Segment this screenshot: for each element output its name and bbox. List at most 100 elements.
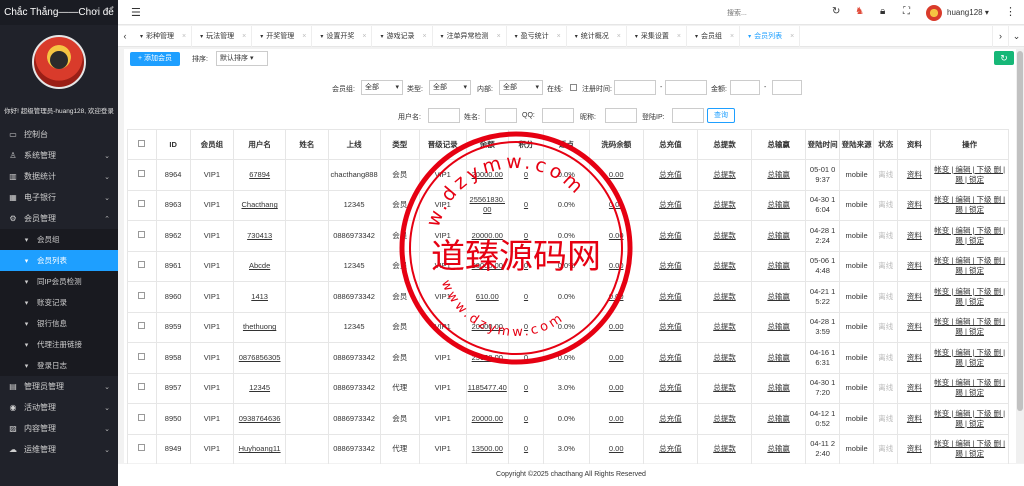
refresh-button[interactable]: ↻ xyxy=(994,51,1014,65)
cell-balance[interactable]: 20000.00 xyxy=(465,403,510,435)
cell-username[interactable]: 12345 xyxy=(233,372,287,404)
cell-points[interactable]: 0 xyxy=(507,281,545,313)
cell-username[interactable]: Huyhoang11 xyxy=(233,433,287,465)
row-checkbox[interactable] xyxy=(138,291,146,299)
cell-info[interactable]: 资料 xyxy=(897,189,932,221)
cell-info[interactable]: 资料 xyxy=(897,372,932,404)
sidebar-item-4[interactable]: ⚙ 会员管理 ⌃ xyxy=(0,208,118,229)
cell-withdraw[interactable]: 总提款 xyxy=(696,220,753,252)
cell-balance[interactable]: 20000.00 xyxy=(465,250,510,282)
sidebar-item-after-1[interactable]: ◉ 活动管理 ⌄ xyxy=(0,397,118,418)
member-group-select[interactable]: 全部 xyxy=(361,80,403,95)
cell-withdraw[interactable]: 总提款 xyxy=(696,159,753,191)
cell-username[interactable]: thethuong xyxy=(233,311,287,343)
sort-select[interactable]: 默认排序 ▾ xyxy=(216,51,268,66)
cell-deposit[interactable]: 总充值 xyxy=(642,372,698,404)
cell-deposit[interactable]: 总充值 xyxy=(642,311,698,343)
cell-ops[interactable]: 帐变 | 编辑 | 下级 删 | 踢 | 锁定 xyxy=(930,281,1009,313)
qq-input[interactable] xyxy=(542,108,574,123)
add-member-button[interactable]: + 添加会员 xyxy=(130,52,180,66)
menu-toggle-icon[interactable]: ☰ xyxy=(131,6,141,19)
cell-winloss[interactable]: 总输赢 xyxy=(751,159,807,191)
cell-points[interactable]: 0 xyxy=(507,189,545,221)
cell-wash[interactable]: 0.00 xyxy=(588,311,644,343)
cell-wash[interactable]: 0.00 xyxy=(588,403,644,435)
sidebar-subitem-0[interactable]: ▾ 会员组 xyxy=(0,229,118,250)
cell-ops[interactable]: 帐变 | 编辑 | 下级 删 | 踢 | 锁定 xyxy=(930,220,1009,252)
cell-deposit[interactable]: 总充值 xyxy=(642,220,698,252)
cell-balance[interactable]: 20000.00 xyxy=(465,311,510,343)
close-icon[interactable]: × xyxy=(790,33,794,40)
cell-winloss[interactable]: 总输赢 xyxy=(751,281,807,313)
tabs-scroll-left-icon[interactable]: ‹ xyxy=(118,31,132,41)
table-row[interactable]: 8961 VIP1 Abcde 12345 会员 VIP1 20000.00 0 0.0% 0.0… xyxy=(127,250,1009,282)
tab-9[interactable]: ▾ 会员组 × xyxy=(687,25,741,47)
cell-wash[interactable]: 0.00 xyxy=(588,250,644,282)
row-checkbox[interactable] xyxy=(138,413,146,421)
sidebar-item-3[interactable]: ▦ 电子银行 ⌄ xyxy=(0,187,118,208)
cell-points[interactable]: 0 xyxy=(507,220,545,252)
tab-3[interactable]: ▾ 设置开奖 × xyxy=(312,25,373,47)
row-checkbox[interactable] xyxy=(138,230,146,238)
scrollbar[interactable] xyxy=(1016,49,1024,463)
cell-ops[interactable]: 帐变 | 编辑 | 下级 删 | 踢 | 锁定 xyxy=(930,189,1009,221)
cell-wash[interactable]: 0.00 xyxy=(588,433,644,465)
cell-ops[interactable]: 帐变 | 编辑 | 下级 删 | 踢 | 锁定 xyxy=(930,159,1009,191)
cell-withdraw[interactable]: 总提款 xyxy=(696,403,753,435)
cell-wash[interactable]: 0.00 xyxy=(588,220,644,252)
cell-wash[interactable]: 0.00 xyxy=(588,342,644,374)
sidebar-subitem-6[interactable]: ▾ 登录日志 xyxy=(0,355,118,376)
row-checkbox[interactable] xyxy=(138,352,146,360)
cell-withdraw[interactable]: 总提款 xyxy=(696,189,753,221)
sidebar-item-1[interactable]: ♙ 系统管理 ⌄ xyxy=(0,145,118,166)
cell-deposit[interactable]: 总充值 xyxy=(642,403,698,435)
query-button[interactable]: 查询 xyxy=(707,108,735,123)
cell-info[interactable]: 资料 xyxy=(897,403,932,435)
name-input[interactable] xyxy=(485,108,517,123)
cell-wash[interactable]: 0.00 xyxy=(588,281,644,313)
table-row[interactable]: 8960 VIP1 1413 0886973342 会员 VIP1 610.00 0 0.0% 0… xyxy=(127,281,1009,313)
sidebar-subitem-4[interactable]: ▾ 银行信息 xyxy=(0,313,118,334)
cell-balance[interactable]: 25561830.00 xyxy=(465,189,510,221)
cell-username[interactable]: 0876856305 xyxy=(233,342,287,374)
cell-withdraw[interactable]: 总提款 xyxy=(696,433,753,465)
sidebar-subitem-3[interactable]: ▾ 账变记录 xyxy=(0,292,118,313)
cell-wash[interactable]: 0.00 xyxy=(588,189,644,221)
cell-username[interactable]: Chacthang xyxy=(233,189,287,221)
sidebar-item-after-0[interactable]: ▤ 管理员管理 ⌄ xyxy=(0,376,118,397)
user-avatar[interactable] xyxy=(926,5,942,21)
tab-0[interactable]: ▾ 彩种管理 × xyxy=(132,25,193,47)
table-row[interactable]: 8957 VIP1 12345 0886973342 代理 VIP1 1185477.40 0… xyxy=(127,372,1009,404)
cell-balance[interactable]: 610.00 xyxy=(465,281,510,313)
cell-ops[interactable]: 帐变 | 编辑 | 下级 删 | 踢 | 锁定 xyxy=(930,250,1009,282)
cell-wash[interactable]: 0.00 xyxy=(588,372,644,404)
tab-10[interactable]: ▾ 会员列表 × xyxy=(740,25,801,47)
cell-balance[interactable]: 20000.00 xyxy=(465,220,510,252)
cell-info[interactable]: 资料 xyxy=(897,281,932,313)
cell-deposit[interactable]: 总充值 xyxy=(642,159,698,191)
table-row[interactable]: 8949 VIP1 Huyhoang11 0886973342 代理 VIP1 13500.… xyxy=(127,433,1009,465)
cell-username[interactable]: 67894 xyxy=(233,159,287,191)
avatar[interactable] xyxy=(32,35,86,89)
close-icon[interactable]: × xyxy=(730,33,734,40)
row-checkbox[interactable] xyxy=(138,200,146,208)
sidebar-item-after-3[interactable]: ☁ 运维管理 ⌄ xyxy=(0,439,118,460)
cell-ops[interactable]: 帐变 | 编辑 | 下级 删 | 踢 | 锁定 xyxy=(930,311,1009,343)
table-row[interactable]: 8959 VIP1 thethuong 12345 会员 VIP1 20000.00 0 0.0… xyxy=(127,311,1009,343)
table-row[interactable]: 8950 VIP1 0938764636 0886973342 会员 VIP1 20000.… xyxy=(127,403,1009,435)
cell-points[interactable]: 0 xyxy=(507,250,545,282)
tab-4[interactable]: ▾ 游戏记录 × xyxy=(372,25,433,47)
tab-1[interactable]: ▾ 玩法管理 × xyxy=(192,25,253,47)
cell-info[interactable]: 资料 xyxy=(897,250,932,282)
close-icon[interactable]: × xyxy=(557,33,561,40)
close-icon[interactable]: × xyxy=(182,33,186,40)
sidebar-subitem-5[interactable]: ▾ 代理注册链接 xyxy=(0,334,118,355)
cell-wash[interactable]: 0.00 xyxy=(588,159,644,191)
cell-deposit[interactable]: 总充值 xyxy=(642,281,698,313)
type-select[interactable]: 全部 xyxy=(429,80,471,95)
cell-winloss[interactable]: 总输赢 xyxy=(751,342,807,374)
username-input[interactable] xyxy=(428,108,460,123)
cell-points[interactable]: 0 xyxy=(507,159,545,191)
cell-balance[interactable]: 13500.00 xyxy=(465,433,510,465)
cell-winloss[interactable]: 总输赢 xyxy=(751,433,807,465)
